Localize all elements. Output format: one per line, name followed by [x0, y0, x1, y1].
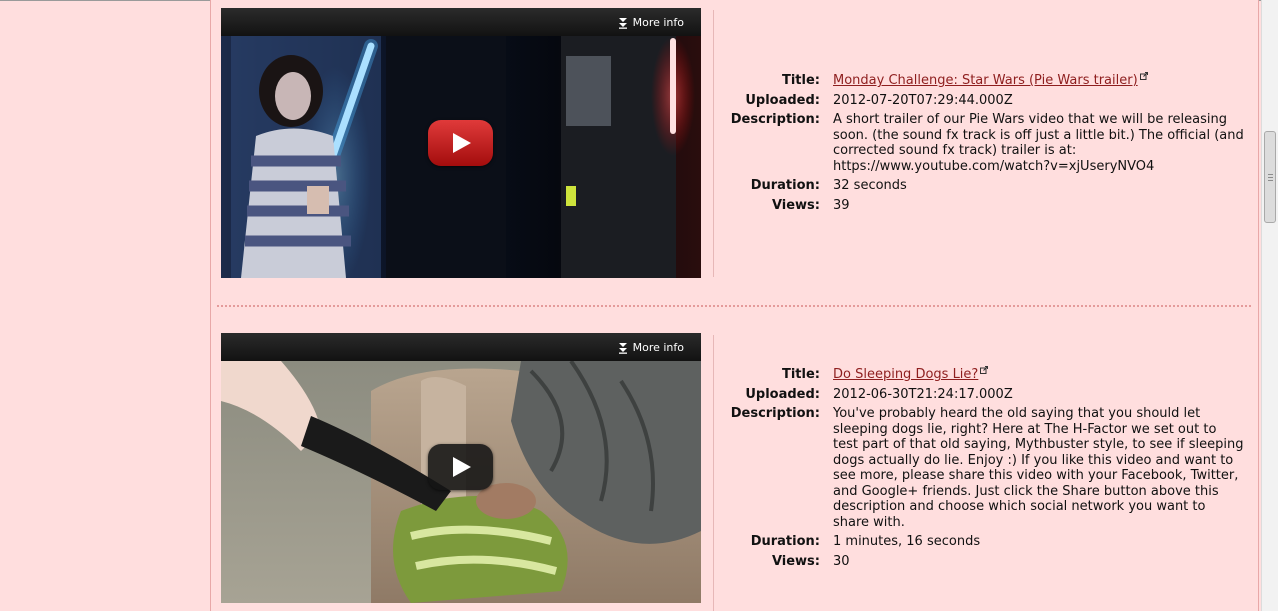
more-info-label: More info: [632, 341, 684, 354]
more-info-label: More info: [632, 16, 684, 29]
duration-value: 1 minutes, 16 seconds: [833, 534, 981, 549]
video-details-2: Title: Do Sleeping Dogs Lie? Uploaded: 2…: [720, 366, 1245, 573]
video-details-1: Title: Monday Challenge: Star Wars (Pie …: [720, 72, 1245, 217]
views-value: 39: [833, 197, 850, 213]
scroll-grip-line: [1268, 180, 1273, 181]
views-label: Views:: [771, 197, 820, 213]
duration-value: 32 seconds: [833, 178, 907, 193]
video-title-link[interactable]: Do Sleeping Dogs Lie?: [833, 367, 978, 382]
uploaded-value: 2012-06-30T21:24:17.000Z: [833, 386, 1013, 402]
external-link-icon: [1139, 72, 1148, 80]
views-value: 30: [833, 553, 850, 569]
vertical-separator: [713, 335, 714, 611]
double-chevron-down-icon: [618, 342, 627, 354]
description-label: Description:: [730, 112, 820, 127]
scroll-grip-line: [1268, 174, 1273, 175]
duration-label: Duration:: [750, 178, 820, 193]
description-label: Description:: [730, 406, 820, 421]
video-player-2[interactable]: More info: [221, 333, 701, 603]
play-button[interactable]: [428, 444, 493, 490]
duration-label: Duration:: [750, 534, 820, 549]
uploaded-value: 2012-07-20T07:29:44.000Z: [833, 92, 1013, 108]
vertical-separator: [713, 10, 714, 277]
uploaded-label: Uploaded:: [745, 92, 820, 108]
title-label: Title:: [781, 73, 820, 88]
more-info-button[interactable]: More info: [618, 16, 684, 29]
double-chevron-down-icon: [618, 17, 627, 29]
play-button[interactable]: [428, 120, 493, 166]
views-label: Views:: [771, 553, 820, 569]
more-info-button[interactable]: More info: [618, 341, 684, 354]
scrollbar-thumb[interactable]: [1264, 131, 1276, 223]
video-top-bar: More info: [221, 8, 701, 36]
play-icon: [452, 133, 471, 153]
description-text: You've probably heard the old saying tha…: [833, 406, 1244, 530]
vertical-scrollbar[interactable]: [1261, 0, 1278, 611]
video-title-link[interactable]: Monday Challenge: Star Wars (Pie Wars tr…: [833, 73, 1138, 88]
play-icon: [452, 457, 471, 477]
scroll-grip-line: [1268, 177, 1273, 178]
video-player-1[interactable]: More info: [221, 8, 701, 278]
uploaded-label: Uploaded:: [745, 386, 820, 402]
video-top-bar: More info: [221, 333, 701, 361]
title-label: Title:: [781, 367, 820, 382]
description-text: A short trailer of our Pie Wars video th…: [833, 112, 1244, 174]
external-link-icon: [980, 366, 989, 374]
entry-divider: [217, 305, 1251, 307]
